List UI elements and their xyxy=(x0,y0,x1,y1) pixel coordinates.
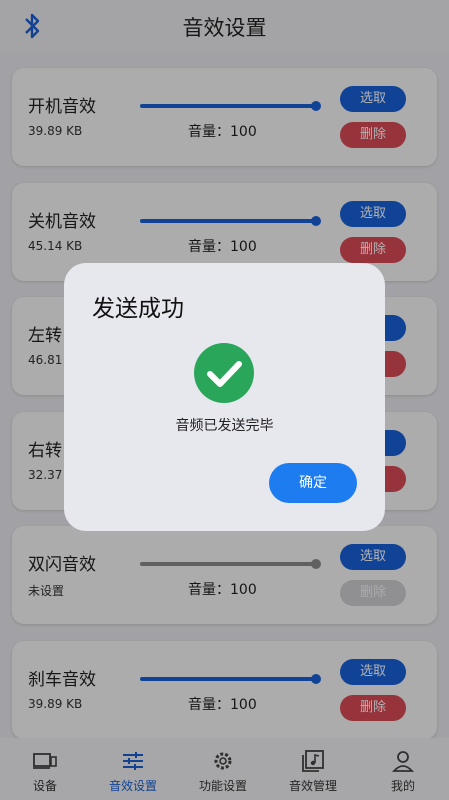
success-dialog: 发送成功 音频已发送完毕 确定 xyxy=(64,263,385,531)
dialog-message: 音频已发送完毕 xyxy=(175,418,274,434)
dialog-title: 发送成功 xyxy=(92,296,184,322)
confirm-button[interactable]: 确定 xyxy=(269,463,357,503)
check-circle-icon xyxy=(194,343,254,403)
